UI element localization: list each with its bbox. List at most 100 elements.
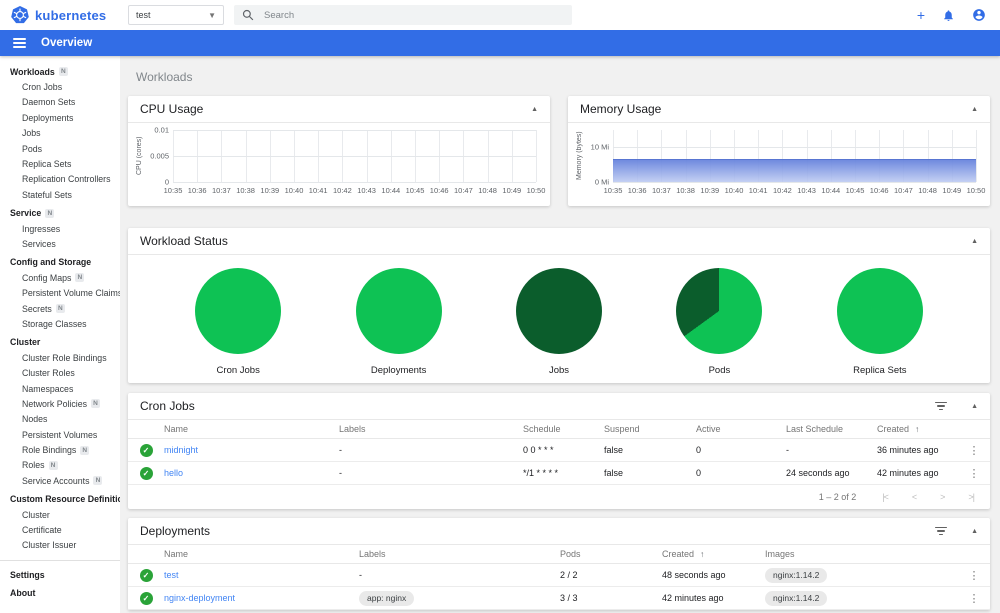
x-axis-ticks: 10:35 10:36 10:37 10:38 10:39 10:40 10:41 10:42…: [164, 182, 546, 196]
sidebar-item-pods[interactable]: Pods: [0, 141, 120, 156]
cron-job-row[interactable]: ✓ hello - */1 * * * * false 0 24 seconds…: [128, 462, 990, 485]
sidebar-item-replica-sets[interactable]: Replica Sets: [0, 156, 120, 171]
sidebar-item-crd-cluster[interactable]: Cluster: [0, 507, 120, 522]
cronjob-name-link[interactable]: hello: [164, 468, 183, 478]
first-page-icon[interactable]: |<: [882, 492, 889, 502]
sidebar-item-services[interactable]: Services: [0, 236, 120, 251]
col-created[interactable]: Created ↑: [662, 549, 765, 559]
cronjob-name-link[interactable]: midnight: [164, 445, 198, 455]
y-axis-tick: 0.005: [150, 151, 169, 161]
deployment-row[interactable]: ✓ test - 2 / 2 48 seconds ago nginx:1.14…: [128, 564, 990, 587]
sidebar-item-cluster-role-bindings[interactable]: Cluster Role Bindings: [0, 350, 120, 365]
sidebar-item-ingresses[interactable]: Ingresses: [0, 221, 120, 236]
row-menu-kebab-icon[interactable]: ⋮: [958, 444, 990, 457]
x-axis-tick: 10:43: [357, 186, 376, 195]
sidebar-item-stateful-sets[interactable]: Stateful Sets: [0, 187, 120, 202]
grid-line: [173, 130, 536, 131]
sidebar-item-role-bindings[interactable]: Role Bindings N: [0, 442, 120, 457]
filter-icon[interactable]: [934, 526, 947, 536]
x-axis-tick: 10:50: [526, 186, 546, 195]
sidebar-item-persistent-volumes[interactable]: Persistent Volumes: [0, 427, 120, 442]
x-axis-tick: 10:45: [845, 186, 865, 195]
sidebar-item-persistent-volume-claims[interactable]: Persistent Volume ClaimsN: [0, 285, 120, 300]
sidebar-item-namespaces[interactable]: Namespaces: [0, 381, 120, 396]
col-name[interactable]: Name: [164, 549, 359, 559]
grid-line: [976, 130, 977, 182]
sidebar-item-cron-jobs[interactable]: Cron Jobs: [0, 79, 120, 94]
namespaced-badge: N: [80, 445, 90, 455]
namespace-selector[interactable]: test ▼: [128, 5, 224, 25]
last-page-icon[interactable]: >|: [968, 492, 975, 502]
chevron-down-icon: ▼: [208, 10, 216, 20]
next-page-icon[interactable]: >: [940, 492, 945, 502]
collapse-card-icon[interactable]: ▲: [971, 403, 978, 410]
user-profile-icon[interactable]: [972, 8, 986, 22]
sidebar-item-crd-cluster-issuer[interactable]: Cluster Issuer: [0, 538, 120, 553]
sidebar-item-deployments[interactable]: Deployments: [0, 110, 120, 125]
sidebar-item-crd-certificate[interactable]: Certificate: [0, 522, 120, 537]
sidebar-item-jobs[interactable]: Jobs: [0, 126, 120, 141]
y-axis-tick: 0.01: [154, 125, 169, 135]
cronjob-last-schedule[interactable]: 24 seconds ago: [786, 468, 850, 478]
col-name[interactable]: Name: [164, 424, 339, 434]
kubernetes-logo[interactable]: kubernetes: [10, 5, 114, 25]
x-axis-tick: 10:44: [381, 186, 401, 195]
cron-job-row[interactable]: ✓ midnight - 0 0 * * * false 0 - 36 minu…: [128, 439, 990, 462]
sidebar-item-workloads[interactable]: Workloads N: [0, 64, 120, 79]
deployment-created[interactable]: 48 seconds ago: [662, 570, 726, 580]
col-images[interactable]: Images: [765, 549, 958, 559]
deployments-card: Deployments ▲ Name Labels Pods Created ↑ …: [128, 518, 990, 610]
collapse-card-icon[interactable]: ▲: [971, 238, 978, 245]
deployment-name-link[interactable]: test: [164, 570, 179, 580]
deployment-name-link[interactable]: nginx-deployment: [164, 593, 235, 603]
collapse-card-icon[interactable]: ▲: [971, 106, 978, 113]
row-menu-kebab-icon[interactable]: ⋮: [958, 592, 990, 605]
sidebar-item-nodes[interactable]: Nodes: [0, 412, 120, 427]
col-pods[interactable]: Pods: [560, 549, 662, 559]
deployment-row[interactable]: ✓ nginx-deployment app: nginx 3 / 3 42 m…: [128, 587, 990, 610]
sidebar-item-about[interactable]: About: [0, 586, 120, 601]
pie-chart-deployments: [355, 268, 442, 354]
cronjob-schedule: */1 * * * *: [523, 468, 559, 478]
pie-chart-jobs: [516, 268, 603, 354]
search-bar[interactable]: [234, 5, 572, 25]
deployment-created[interactable]: 42 minutes ago: [662, 593, 724, 603]
col-created[interactable]: Created ↑: [877, 424, 958, 434]
area-series: [613, 158, 976, 182]
menu-hamburger-icon[interactable]: [13, 38, 26, 48]
cronjob-created[interactable]: 42 minutes ago: [877, 468, 939, 478]
sidebar-item-service-accounts[interactable]: Service Accounts N: [0, 473, 120, 488]
sidebar-item-roles[interactable]: Roles N: [0, 458, 120, 473]
row-menu-kebab-icon[interactable]: ⋮: [958, 569, 990, 582]
sidebar-item-settings[interactable]: Settings: [0, 567, 120, 582]
cpu-usage-chart: CPU (cores) 0.01 0.005 0 10:35 10:36 10:37 10…: [136, 126, 546, 198]
col-labels[interactable]: Labels: [359, 549, 560, 559]
sidebar-item-network-policies[interactable]: Network Policies N: [0, 396, 120, 411]
filter-icon[interactable]: [934, 401, 947, 411]
sidebar-item-storage-classes[interactable]: Storage Classes: [0, 316, 120, 331]
sidebar-item-service[interactable]: Service N: [0, 206, 120, 221]
sidebar-item-config-maps[interactable]: Config Maps N: [0, 270, 120, 285]
sidebar-item-cluster-roles[interactable]: Cluster Roles: [0, 365, 120, 380]
namespaced-badge: N: [48, 460, 58, 470]
cronjob-created[interactable]: 36 minutes ago: [877, 445, 939, 455]
collapse-card-icon[interactable]: ▲: [531, 106, 538, 113]
row-menu-kebab-icon[interactable]: ⋮: [958, 467, 990, 480]
x-axis-tick: 10:50: [966, 186, 986, 195]
sidebar-item-secrets[interactable]: Secrets N: [0, 301, 120, 316]
sidebar-item-replication-controllers[interactable]: Replication Controllers: [0, 172, 120, 187]
col-suspend[interactable]: Suspend: [604, 424, 696, 434]
search-input[interactable]: [264, 9, 564, 21]
create-resource-button[interactable]: +: [917, 8, 925, 22]
cronjob-last-schedule[interactable]: -: [786, 445, 789, 455]
notifications-bell-icon[interactable]: [942, 9, 955, 22]
sidebar-item-daemon-sets[interactable]: Daemon Sets: [0, 95, 120, 110]
col-active[interactable]: Active: [696, 424, 786, 434]
col-labels[interactable]: Labels: [339, 424, 523, 434]
col-schedule[interactable]: Schedule: [523, 424, 604, 434]
collapse-card-icon[interactable]: ▲: [971, 528, 978, 535]
previous-page-icon[interactable]: <: [912, 492, 917, 502]
grid-line: [173, 156, 536, 157]
x-axis-tick: 10:47: [894, 186, 913, 195]
col-last-schedule[interactable]: Last Schedule: [786, 424, 877, 434]
